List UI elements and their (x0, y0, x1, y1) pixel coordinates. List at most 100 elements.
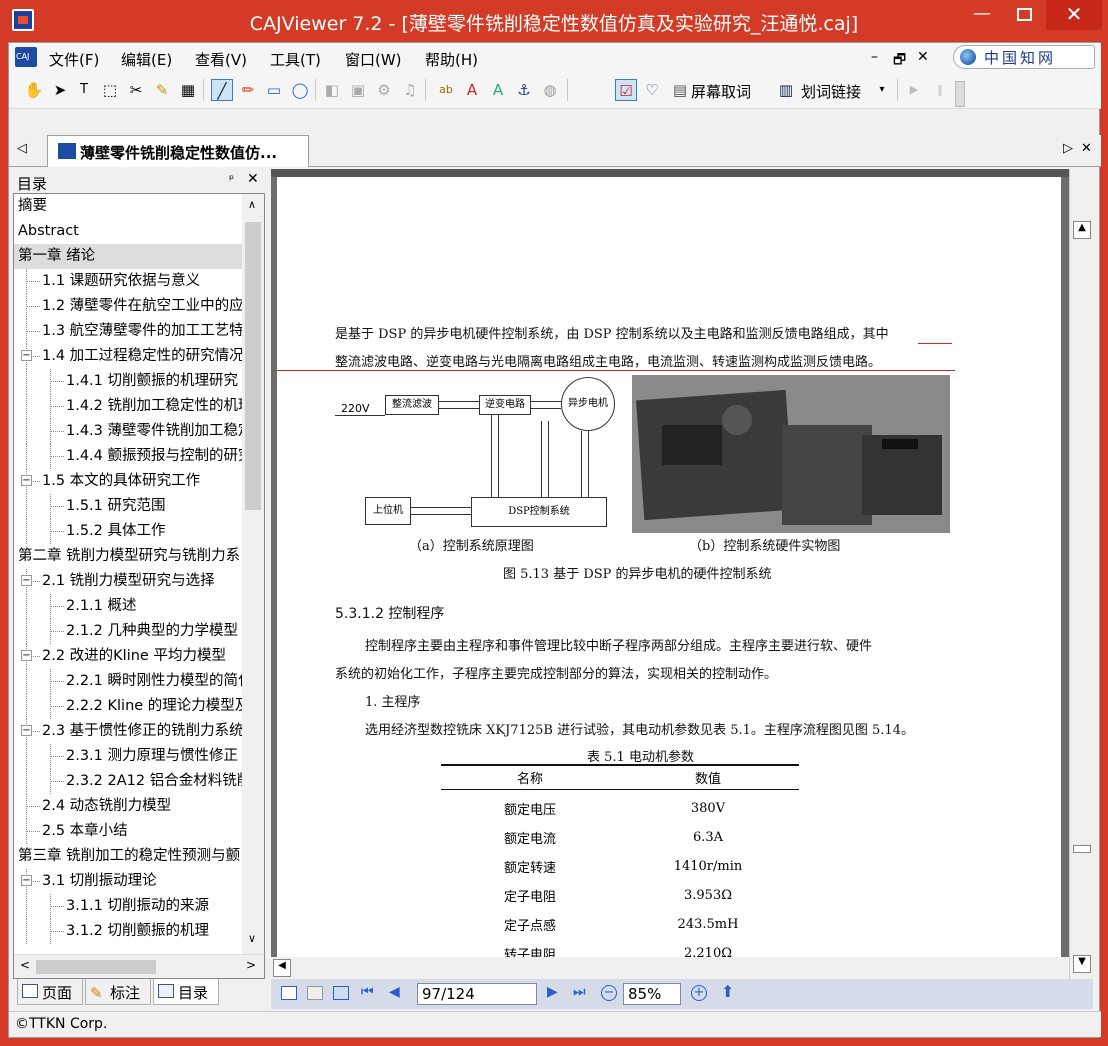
hand-icon[interactable]: ✋ (23, 79, 45, 101)
tab-annotations[interactable]: ✎ 标注 (85, 979, 151, 1005)
maximize-button[interactable] (1004, 0, 1044, 30)
underline-icon[interactable]: A (487, 79, 509, 101)
toc-item[interactable]: 2.2.1 瞬时刚性力模型的简化 (14, 669, 242, 694)
document-icon[interactable] (15, 47, 37, 67)
menu-view[interactable]: 查看(V) (195, 49, 247, 70)
last-page-icon[interactable]: ⏭ (573, 984, 586, 1000)
tab-scroll-left-icon[interactable]: ◁ (17, 141, 27, 156)
toc-item[interactable]: 2.1.2 几种典型的力学模型 (14, 619, 242, 644)
toc-item[interactable]: 2.5 本章小结 (14, 819, 242, 844)
toc-item[interactable]: 1.3 航空薄壁零件的加工工艺特 (14, 319, 242, 344)
menu-window[interactable]: 窗口(W) (345, 49, 402, 70)
scroll-left-icon[interactable]: < (20, 958, 30, 972)
collapse-icon[interactable]: − (21, 575, 32, 586)
scroll-right-icon[interactable]: > (246, 958, 256, 972)
collapse-icon[interactable]: − (21, 350, 32, 361)
scroll-up-icon[interactable]: ▲ (1073, 221, 1091, 239)
toc-item[interactable]: −1.4 加工过程稳定性的研究情况 (14, 344, 242, 369)
close-button[interactable]: ✕ (1046, 0, 1102, 30)
collapse-icon[interactable]: − (21, 475, 32, 486)
stamp-icon[interactable]: ▣ (347, 79, 369, 101)
scroll-left-icon[interactable]: ◀ (273, 959, 291, 977)
scroll-up-icon[interactable]: ∧ (248, 198, 256, 211)
mask-cancel-button[interactable]: 屏幕取词 (691, 81, 751, 102)
annotation-line[interactable] (277, 370, 955, 371)
document-page[interactable]: 是基于 DSP 的异步电机硬件控制系统，由 DSP 控制系统以及主电路和监测反馈… (277, 177, 1061, 963)
toc-hscroll-thumb[interactable] (36, 960, 156, 974)
toc-item[interactable]: −2.2 改进的Kline 平均力模型 (14, 644, 242, 669)
wordnet-icon[interactable]: ♡ (641, 79, 663, 101)
pause-icon[interactable]: ‖ (929, 79, 951, 101)
ellipse-icon[interactable]: ◯ (289, 79, 311, 101)
toc-item[interactable]: 1.5.2 具体工作 (14, 519, 242, 544)
zoom-out-icon[interactable]: − (601, 985, 617, 1001)
strikeout-icon[interactable]: A (461, 79, 483, 101)
menu-tools[interactable]: 工具(T) (270, 49, 321, 70)
text-highlight-icon[interactable]: ab (435, 79, 457, 101)
toc-item[interactable]: −1.5 本文的具体研究工作 (14, 469, 242, 494)
tab-toc[interactable]: 目录 (153, 979, 219, 1005)
anchor-icon[interactable]: ⚓ (513, 79, 535, 101)
toc-item[interactable]: 3.1.1 切削振动的来源 (14, 894, 242, 919)
cnki-logo[interactable]: 中国知网 (953, 45, 1095, 69)
word-link-button[interactable]: 划词链接 (801, 81, 861, 102)
toc-item[interactable]: 2.1.1 概述 (14, 594, 242, 619)
toc-hscrollbar[interactable]: < > (14, 954, 264, 978)
toc-item[interactable]: 1.4.1 切削颤振的机理研究 (14, 369, 242, 394)
toc-item[interactable]: 第二章 铣削力模型研究与铣削力系 (14, 544, 242, 569)
toc-item[interactable]: 第一章 绪论 (14, 244, 242, 269)
minimize-button[interactable]: — (962, 0, 1002, 30)
play-icon[interactable]: ▶ (903, 79, 925, 101)
eraser-icon[interactable]: ◧ (321, 79, 343, 101)
line-tool-icon[interactable]: ╱ (211, 79, 233, 101)
scroll-down-icon[interactable]: ∨ (248, 932, 256, 945)
rectangle-icon[interactable]: ▭ (263, 79, 285, 101)
facing-page-icon[interactable] (333, 986, 349, 1000)
continuous-page-icon[interactable] (307, 986, 323, 1000)
zoom-in-icon[interactable]: + (691, 985, 707, 1001)
scroll-down-icon[interactable]: ▼ (1073, 955, 1091, 973)
toc-item[interactable]: 3.1.2 切削颤振的机理 (14, 919, 242, 944)
mdi-close-button[interactable]: ✕ (917, 49, 929, 65)
toc-item[interactable]: 1.4.2 铣削加工稳定性的机理 (14, 394, 242, 419)
toc-item[interactable]: 1.5.1 研究范围 (14, 494, 242, 519)
toc-item[interactable]: 2.3.2 2A12 铝合金材料铣削 (14, 769, 242, 794)
menu-help[interactable]: 帮助(H) (425, 49, 478, 70)
document-view[interactable]: 是基于 DSP 的异步电机硬件控制系统，由 DSP 控制系统以及主电路和监测反馈… (271, 169, 1093, 1009)
panel-close-icon[interactable]: ✕ (247, 171, 259, 187)
mdi-minimize-button[interactable]: – (871, 49, 878, 65)
tab-scroll-right-icon[interactable]: ▷ (1063, 141, 1073, 156)
prev-page-icon[interactable]: ◀ (389, 984, 400, 1000)
toc-item[interactable]: 1.1 课题研究依据与意义 (14, 269, 242, 294)
checklist-icon[interactable]: ☑ (615, 79, 637, 101)
zoom-input[interactable] (623, 983, 681, 1005)
toolbar-overflow-button[interactable] (955, 81, 965, 107)
collapse-icon[interactable]: − (21, 725, 32, 736)
text-select-icon[interactable]: T (73, 79, 95, 101)
pencil-icon[interactable]: ✏ (237, 79, 259, 101)
annotation-line[interactable] (918, 343, 952, 344)
note-icon[interactable]: ◍ (539, 79, 561, 101)
next-page-icon[interactable]: ▶ (547, 984, 558, 1000)
select-arrow-icon[interactable]: ➤ (49, 79, 71, 101)
toc-item[interactable]: 1.2 薄壁零件在航空工业中的应 (14, 294, 242, 319)
toc-item[interactable]: 2.4 动态铣削力模型 (14, 794, 242, 819)
page-number-input[interactable] (417, 983, 537, 1005)
menu-file[interactable]: 文件(F) (49, 49, 99, 70)
image-select-icon[interactable]: ⬚ (99, 79, 121, 101)
ocr-icon[interactable]: ▦ (177, 79, 199, 101)
up-arrow-icon[interactable]: ⬆ (721, 982, 734, 1001)
collapse-icon[interactable]: − (21, 650, 32, 661)
toc-item[interactable]: 1.4.4 颤振预报与控制的研究 (14, 444, 242, 469)
gear-icon[interactable]: ⚙ (373, 79, 395, 101)
highlight-icon[interactable]: ✎ (151, 79, 173, 101)
tab-pages[interactable]: 页面 (17, 979, 83, 1005)
pin-icon[interactable]: ᵖ (229, 172, 234, 186)
single-page-icon[interactable] (281, 986, 297, 1000)
toc-item[interactable]: 2.2.2 Kline 的理论力模型及 (14, 694, 242, 719)
menu-edit[interactable]: 编辑(E) (121, 49, 172, 70)
tab-document[interactable]: 薄壁零件铣削稳定性数值仿... (47, 135, 309, 167)
document-scrollbar[interactable]: ▲ ▼ (1069, 169, 1093, 979)
tab-close-icon[interactable]: ✕ (1081, 141, 1092, 156)
scroll-thumb[interactable] (1073, 845, 1091, 853)
